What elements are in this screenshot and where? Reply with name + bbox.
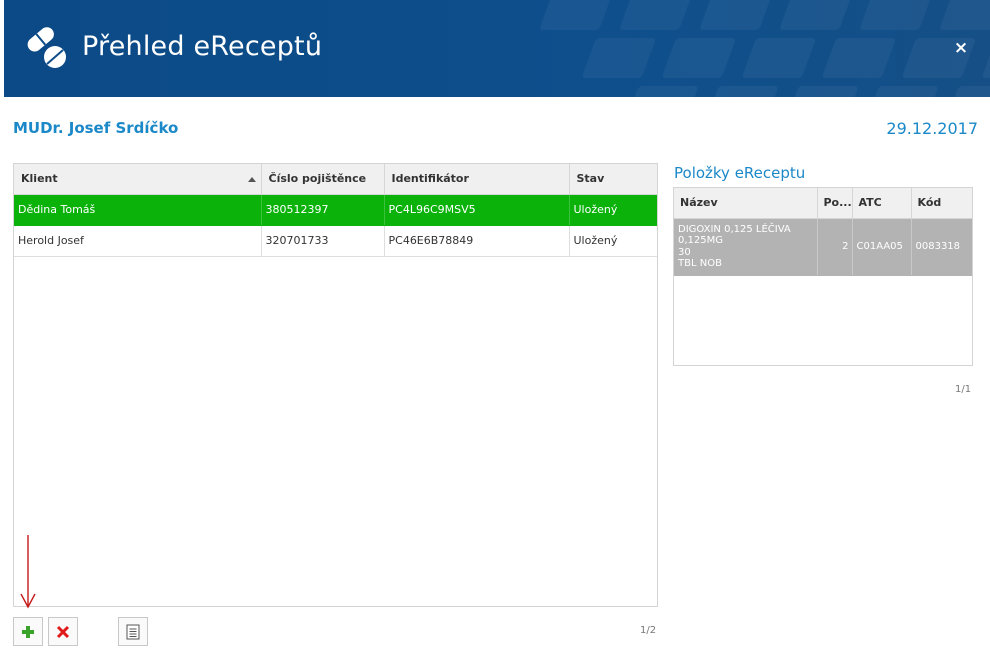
table-row[interactable]: Herold Josef 320701733 PC46E6B78849 Ulož…	[14, 225, 657, 257]
delete-button[interactable]	[48, 617, 78, 646]
column-header-identifikator[interactable]: Identifikátor	[384, 164, 570, 195]
column-header-stav[interactable]: Stav	[569, 164, 657, 195]
column-header-atc[interactable]: ATC	[852, 188, 912, 219]
grid-header-row: Název Po... ATC Kód	[674, 188, 972, 219]
column-label: Název	[680, 196, 718, 210]
close-button[interactable]: ×	[951, 38, 971, 58]
cell-kod: 0083318	[911, 218, 972, 276]
annotation-arrow-icon	[20, 535, 36, 609]
cell-pocet: 2	[817, 218, 853, 276]
column-label: Číslo pojištěnce	[268, 172, 367, 186]
cell-stav: Uložený	[569, 194, 657, 226]
header-bar: Přehled eReceptů ×	[4, 0, 990, 97]
column-header-cislo-pojistence[interactable]: Číslo pojištěnce	[261, 164, 385, 195]
plus-icon	[22, 625, 34, 638]
prescriptions-pager: 1/2	[640, 625, 657, 636]
column-label: Klient	[21, 172, 58, 186]
add-button[interactable]	[13, 617, 43, 646]
header-pattern	[540, 0, 990, 97]
cell-stav: Uložený	[569, 225, 657, 257]
prescriptions-grid: Klient Číslo pojištěnce Identifikátor St…	[13, 163, 658, 607]
items-grid: Název Po... ATC Kód DIGOXIN 0,125 LÉČIVA…	[673, 187, 973, 366]
cell-atc: C01AA05	[852, 218, 912, 276]
column-header-pocet[interactable]: Po...	[817, 188, 853, 219]
pill-icon	[27, 27, 66, 68]
table-row[interactable]: Dědina Tomáš 380512397 PC4L96C9MSV5 Ulož…	[14, 194, 657, 226]
cell-identifikator: PC46E6B78849	[384, 225, 570, 257]
cell-cislo-pojistence: 320701733	[261, 225, 385, 257]
column-label: Stav	[576, 172, 605, 186]
column-label: Identifikátor	[391, 172, 469, 186]
items-pager: 1/1	[955, 384, 972, 395]
document-icon	[126, 624, 140, 639]
cell-identifikator: PC4L96C9MSV5	[384, 194, 570, 226]
column-label: Kód	[917, 196, 942, 210]
column-header-kod[interactable]: Kód	[911, 188, 972, 219]
cell-klient: Herold Josef	[14, 225, 262, 257]
cell-nazev: DIGOXIN 0,125 LÉČIVA 0,125MG 30 TBL NOB	[674, 218, 818, 276]
current-date: 29.12.2017	[886, 119, 978, 138]
column-label: ATC	[858, 196, 882, 210]
sort-ascending-icon	[247, 177, 256, 182]
grid-header-row: Klient Číslo pojištěnce Identifikátor St…	[14, 164, 657, 195]
column-label: Po...	[823, 196, 852, 210]
page-title: Přehled eReceptů	[82, 31, 323, 62]
table-row[interactable]: DIGOXIN 0,125 LÉČIVA 0,125MG 30 TBL NOB …	[674, 218, 972, 276]
cell-klient: Dědina Tomáš	[14, 194, 262, 226]
doctor-name: MUDr. Josef Srdíčko	[13, 119, 179, 137]
detail-button[interactable]	[118, 617, 148, 646]
column-header-nazev[interactable]: Název	[674, 188, 818, 219]
column-header-klient[interactable]: Klient	[14, 164, 262, 195]
x-icon	[56, 625, 70, 638]
items-panel-title: Položky eReceptu	[674, 164, 806, 182]
cell-cislo-pojistence: 380512397	[261, 194, 385, 226]
